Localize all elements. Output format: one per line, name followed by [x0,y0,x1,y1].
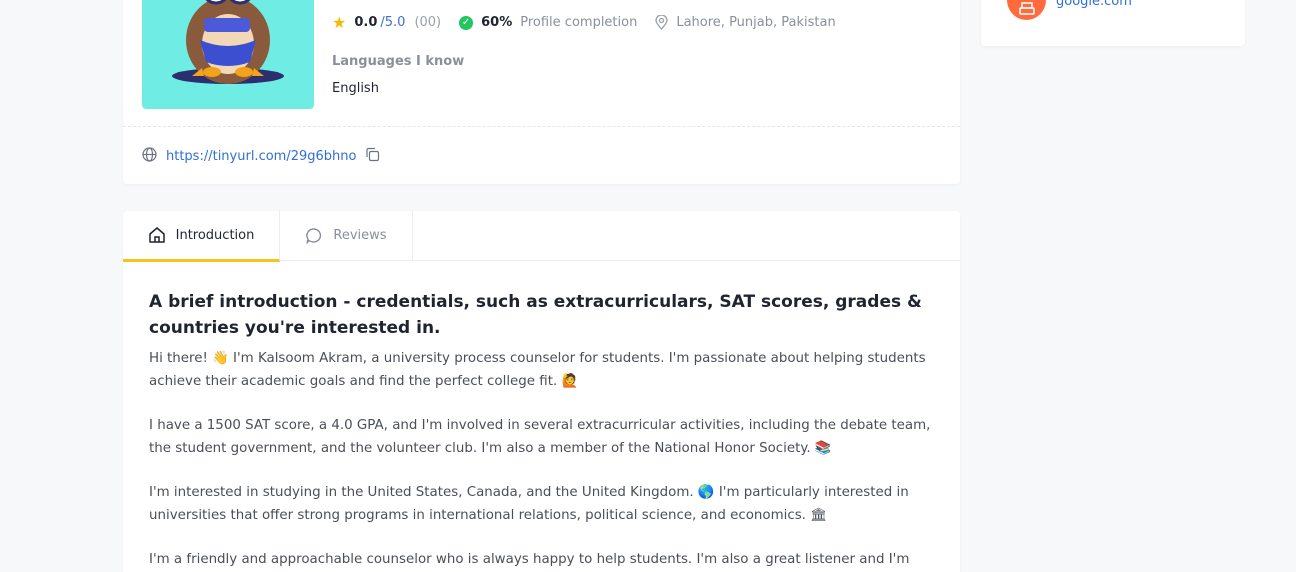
location-pin-icon [655,15,668,30]
profile-url-link[interactable]: https://tinyurl.com/29g6bhno [166,149,356,164]
introduction-card: Introduction Reviews A brief introductio… [123,211,960,572]
tab-reviews-label: Reviews [333,228,387,243]
intro-paragraph: I'm interested in studying in the United… [149,485,909,523]
intro-paragraph: Hi there! 👋 I'm Kalsoom Akram, a univers… [149,351,926,389]
rating-max: /5.0 [380,15,406,30]
printer-icon [1007,0,1046,20]
completion-percent: 60% [481,15,513,30]
tab-reviews[interactable]: Reviews [280,211,413,260]
check-circle-icon: ✓ [459,15,474,30]
globe-icon [142,147,157,166]
completion-label: Profile completion [520,15,638,30]
tab-bar: Introduction Reviews [123,211,960,262]
copy-icon[interactable] [365,147,380,166]
owl-avatar-icon [172,0,284,84]
profile-card: ★ 0.0 /5.0 (00) ✓ 60% Profile completion… [123,0,960,184]
language-value: English [332,81,379,96]
rating-value: 0.0 [354,15,378,30]
star-icon: ★ [332,13,347,32]
home-icon [148,227,165,243]
profile-link-row: https://tinyurl.com/29g6bhno [142,147,380,166]
introduction-heading: A brief introduction - credentials, such… [149,292,922,338]
chat-bubble-icon [306,227,322,244]
location-text: Lahore, Punjab, Pakistan [676,15,836,30]
languages-label: Languages I know [332,54,465,69]
card-divider [123,126,960,127]
intro-paragraph: I'm a friendly and approachable counselo… [149,552,910,567]
side-website-link[interactable]: google.com [1056,0,1132,24]
profile-avatar [142,0,314,109]
side-card: google.com [981,0,1245,46]
intro-paragraph: I have a 1500 SAT score, a 4.0 GPA, and … [149,418,931,456]
tab-introduction-label: Introduction [175,227,255,243]
tab-introduction[interactable]: Introduction [123,211,280,262]
profile-meta-row: ★ 0.0 /5.0 (00) ✓ 60% Profile completion… [332,13,836,32]
introduction-content: A brief introduction - credentials, such… [123,261,960,572]
rating-count: (00) [414,15,442,30]
